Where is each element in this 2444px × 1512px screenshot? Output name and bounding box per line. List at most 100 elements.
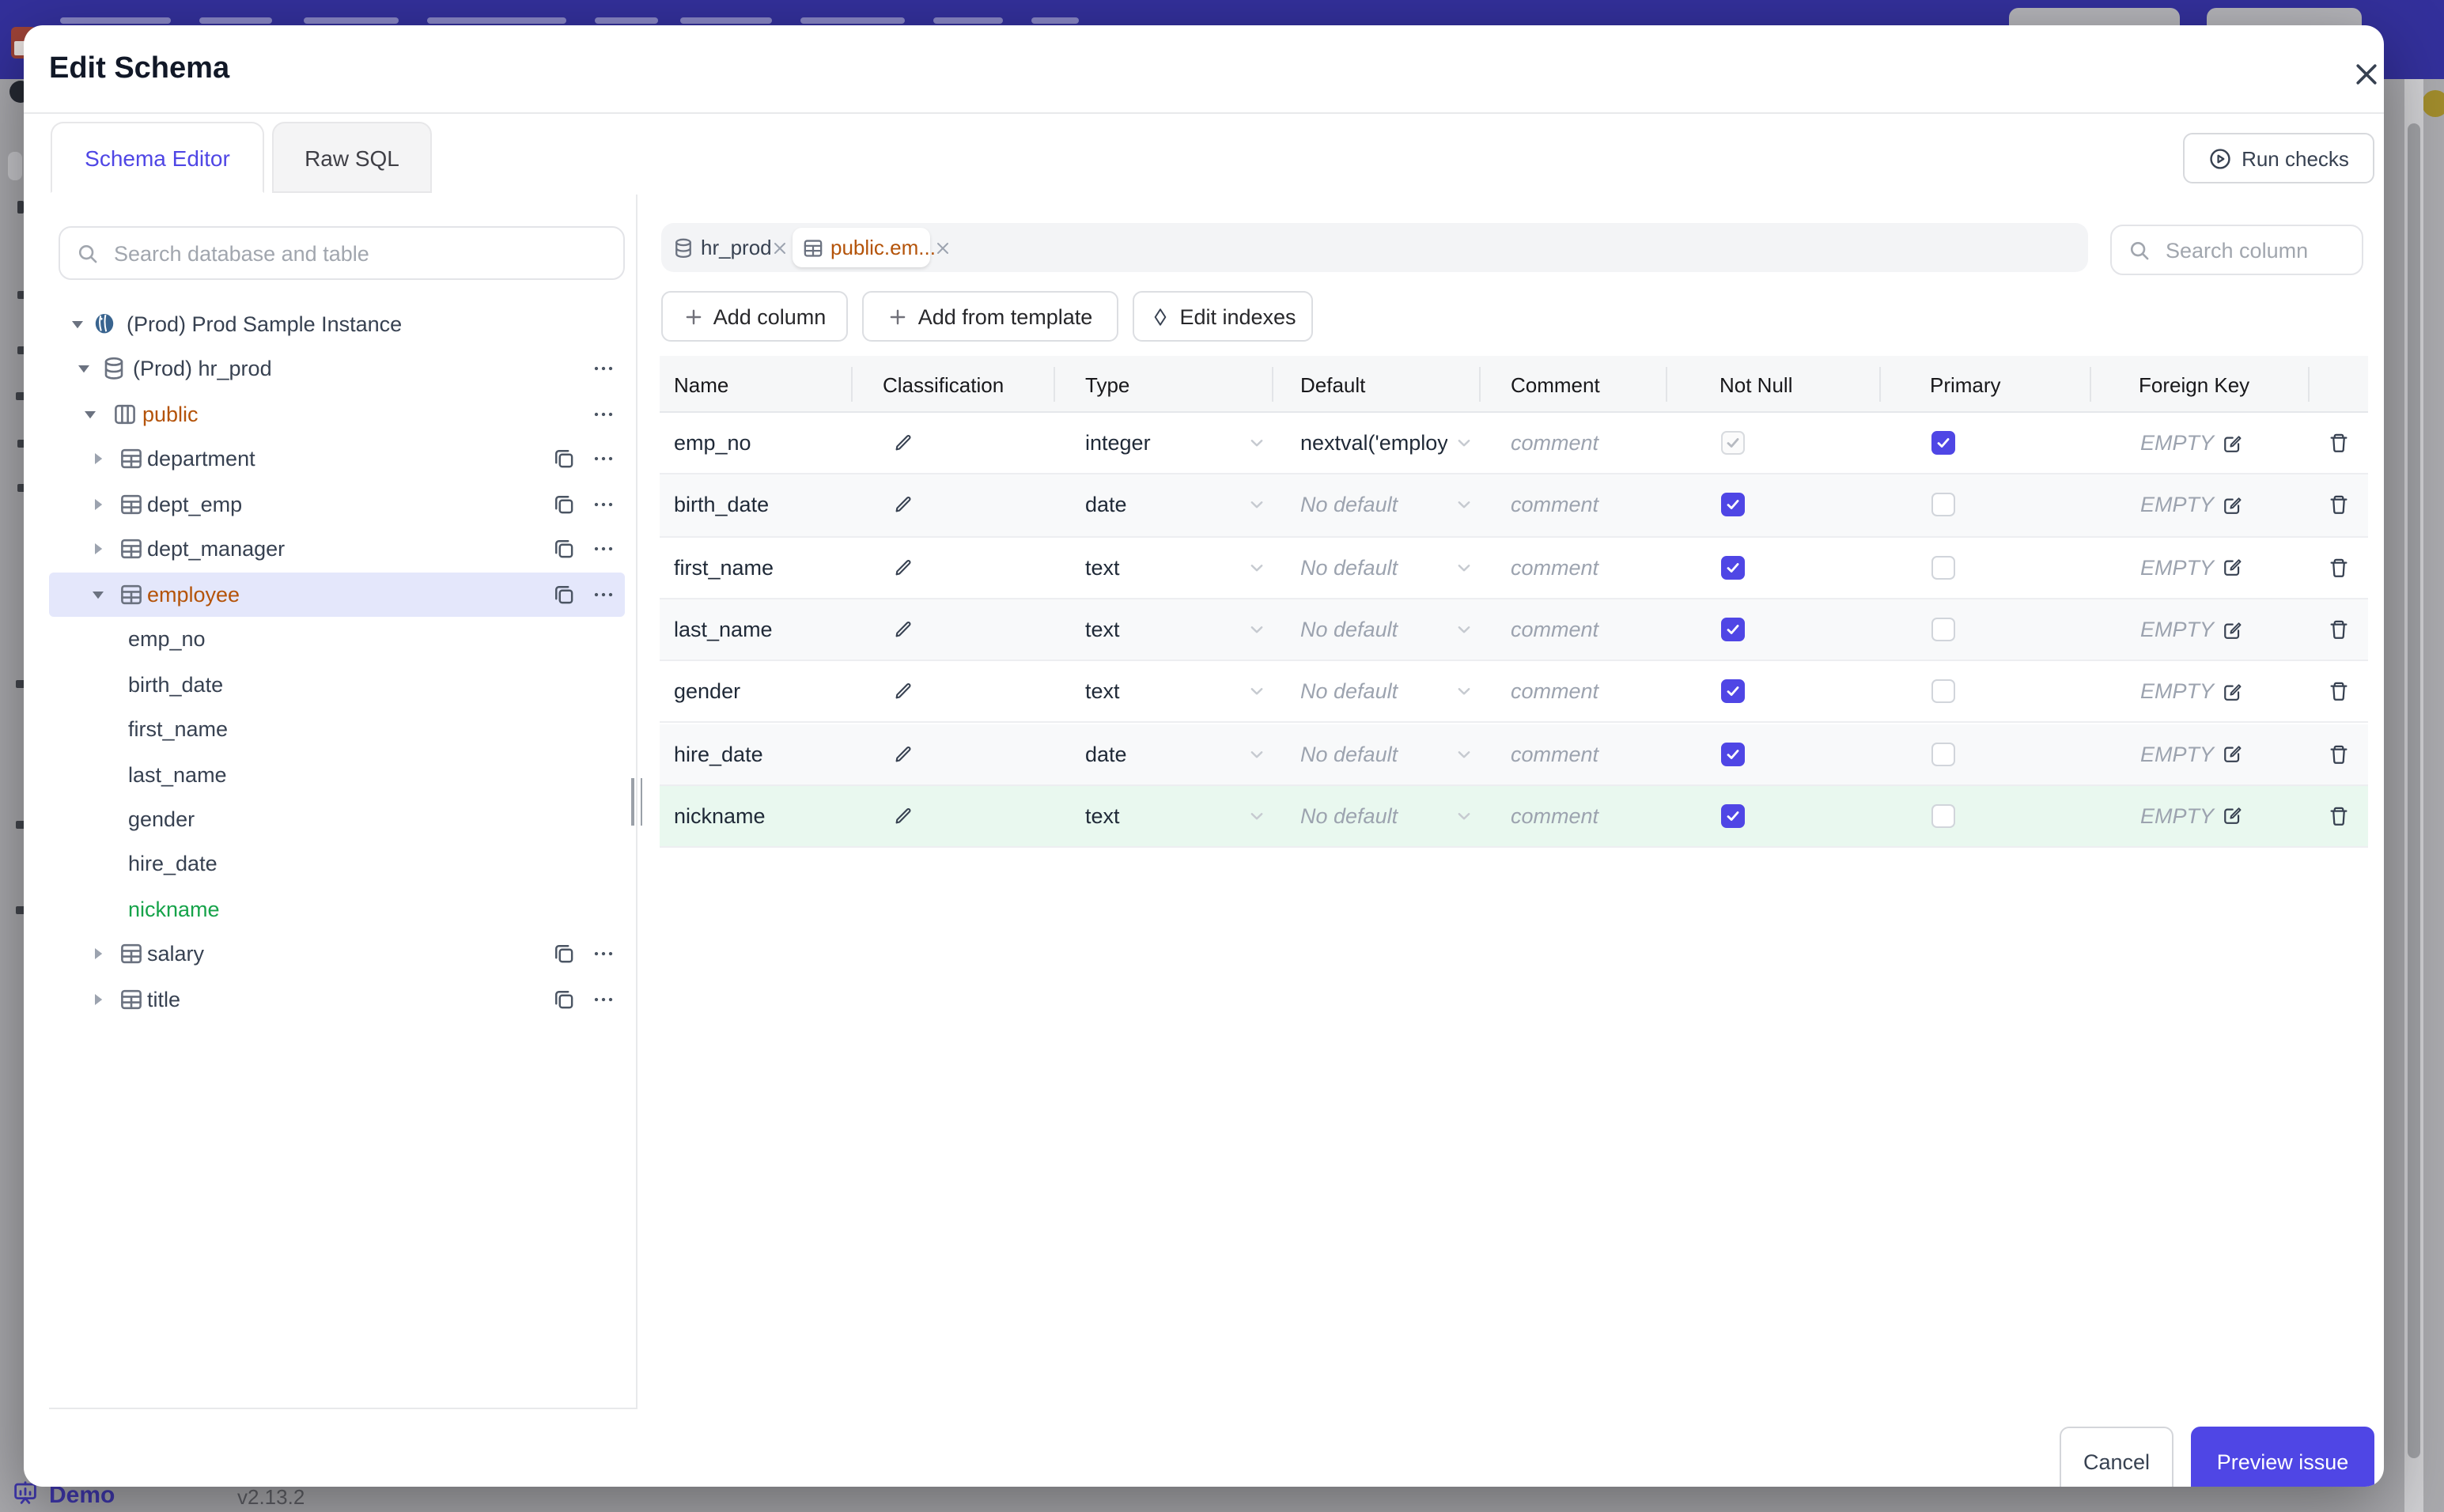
open-tab-public-em[interactable]: public.em... xyxy=(793,228,949,267)
more-menu-icon[interactable] xyxy=(592,538,615,561)
column-name[interactable]: gender xyxy=(674,680,740,704)
open-tab-hr-prod[interactable]: hr_prod xyxy=(663,228,793,267)
caret-down-icon[interactable] xyxy=(76,361,92,377)
tab-raw-sql[interactable]: Raw SQL xyxy=(272,122,432,193)
default-select-value[interactable]: No default xyxy=(1300,680,1398,704)
default-select-value[interactable]: No default xyxy=(1300,742,1398,765)
delete-column-icon[interactable] xyxy=(2327,555,2351,579)
copy-icon[interactable] xyxy=(552,943,576,966)
chevron-down-icon[interactable] xyxy=(1247,433,1267,453)
caret-right-icon[interactable] xyxy=(90,497,106,512)
caret-right-icon[interactable] xyxy=(90,542,106,558)
tree-item-emp-no[interactable]: emp_no xyxy=(49,617,637,661)
comment-input-placeholder[interactable]: comment xyxy=(1511,680,1598,704)
tree-item-title[interactable]: title xyxy=(49,977,637,1022)
caret-down-icon[interactable] xyxy=(82,406,98,422)
more-menu-icon[interactable] xyxy=(592,582,615,606)
type-select-value[interactable]: date xyxy=(1085,742,1127,765)
chevron-down-icon[interactable] xyxy=(1247,495,1267,516)
delete-column-icon[interactable] xyxy=(2327,493,2351,517)
tree-item-salary[interactable]: salary xyxy=(49,932,637,977)
edit-indexes-button[interactable]: Edit indexes xyxy=(1133,291,1313,342)
preview-issue-button[interactable]: Preview issue xyxy=(2191,1427,2374,1487)
chevron-down-icon[interactable] xyxy=(1454,495,1474,516)
chevron-down-icon[interactable] xyxy=(1247,619,1267,640)
primary-checkbox[interactable] xyxy=(1931,679,1955,704)
not-null-checkbox[interactable] xyxy=(1721,742,1745,766)
classification-edit-icon[interactable] xyxy=(892,743,914,765)
comment-input-placeholder[interactable]: comment xyxy=(1511,804,1598,828)
tree-item-prod-prod-sample-instance[interactable]: (Prod) Prod Sample Instance xyxy=(49,302,637,346)
cancel-button[interactable]: Cancel xyxy=(2060,1427,2173,1487)
copy-icon[interactable] xyxy=(552,448,576,471)
tab-schema-editor[interactable]: Schema Editor xyxy=(51,122,264,193)
copy-icon[interactable] xyxy=(552,538,576,561)
not-null-checkbox[interactable] xyxy=(1721,679,1745,704)
edit-foreign-key-icon[interactable] xyxy=(2220,494,2242,516)
type-select-value[interactable]: text xyxy=(1085,680,1120,704)
tree-item-public[interactable]: public xyxy=(49,392,637,437)
edit-foreign-key-icon[interactable] xyxy=(2220,618,2242,641)
classification-edit-icon[interactable] xyxy=(892,432,914,454)
comment-input-placeholder[interactable]: comment xyxy=(1511,555,1598,579)
add-column-button[interactable]: Add column xyxy=(661,291,848,342)
not-null-checkbox[interactable] xyxy=(1721,555,1745,580)
more-menu-icon[interactable] xyxy=(592,448,615,471)
caret-down-icon[interactable] xyxy=(90,586,106,602)
close-tab-icon[interactable] xyxy=(936,240,951,255)
column-name[interactable]: nickname xyxy=(674,804,766,828)
chevron-down-icon[interactable] xyxy=(1247,743,1267,764)
primary-checkbox[interactable] xyxy=(1931,742,1955,766)
primary-checkbox[interactable] xyxy=(1931,555,1955,580)
chevron-down-icon[interactable] xyxy=(1247,557,1267,577)
more-menu-icon[interactable] xyxy=(592,988,615,1011)
comment-input-placeholder[interactable]: comment xyxy=(1511,618,1598,641)
copy-icon[interactable] xyxy=(552,988,576,1011)
delete-column-icon[interactable] xyxy=(2327,742,2351,765)
classification-edit-icon[interactable] xyxy=(892,681,914,703)
page-scrollbar-thumb[interactable] xyxy=(2408,123,2420,1458)
caret-right-icon[interactable] xyxy=(90,947,106,962)
tree-item-birth-date[interactable]: birth_date xyxy=(49,662,637,706)
classification-edit-icon[interactable] xyxy=(892,805,914,827)
chevron-down-icon[interactable] xyxy=(1454,743,1474,764)
classification-edit-icon[interactable] xyxy=(892,618,914,641)
more-menu-icon[interactable] xyxy=(592,943,615,966)
default-select-value[interactable]: nextval('employ xyxy=(1300,431,1448,455)
close-icon[interactable] xyxy=(2348,55,2384,93)
primary-checkbox[interactable] xyxy=(1931,618,1955,642)
page-scrollbar-track[interactable] xyxy=(2404,79,2423,1512)
tree-item-dept-emp[interactable]: dept_emp xyxy=(49,482,637,527)
copy-icon[interactable] xyxy=(552,493,576,516)
add-from-template-button[interactable]: Add from template xyxy=(862,291,1118,342)
tree-item-dept-manager[interactable]: dept_manager xyxy=(49,527,637,572)
column-name[interactable]: hire_date xyxy=(674,742,763,765)
caret-down-icon[interactable] xyxy=(70,316,85,332)
default-select-value[interactable]: No default xyxy=(1300,804,1398,828)
delete-column-icon[interactable] xyxy=(2327,680,2351,704)
tree-item-employee[interactable]: employee xyxy=(49,572,637,617)
panel-resize-handle[interactable] xyxy=(631,778,642,826)
primary-checkbox[interactable] xyxy=(1931,431,1955,455)
primary-checkbox[interactable] xyxy=(1931,803,1955,828)
caret-right-icon[interactable] xyxy=(90,452,106,467)
chevron-down-icon[interactable] xyxy=(1247,806,1267,826)
type-select-value[interactable]: date xyxy=(1085,493,1127,517)
chevron-down-icon[interactable] xyxy=(1454,619,1474,640)
column-name[interactable]: birth_date xyxy=(674,493,769,517)
tree-item-prod-hr-prod[interactable]: (Prod) hr_prod xyxy=(49,347,637,391)
type-select-value[interactable]: text xyxy=(1085,555,1120,579)
default-select-value[interactable]: No default xyxy=(1300,493,1398,517)
tree-item-department[interactable]: department xyxy=(49,437,637,482)
run-checks-button[interactable]: Run checks xyxy=(2183,133,2374,183)
edit-foreign-key-icon[interactable] xyxy=(2220,681,2242,703)
column-name[interactable]: last_name xyxy=(674,618,773,641)
more-menu-icon[interactable] xyxy=(592,493,615,516)
default-select-value[interactable]: No default xyxy=(1300,555,1398,579)
edit-foreign-key-icon[interactable] xyxy=(2220,805,2242,827)
tree-search-input[interactable] xyxy=(111,240,607,266)
delete-column-icon[interactable] xyxy=(2327,431,2351,455)
chevron-down-icon[interactable] xyxy=(1454,433,1474,453)
tree-item-nickname[interactable]: nickname xyxy=(49,887,637,932)
not-null-checkbox[interactable] xyxy=(1721,618,1745,642)
